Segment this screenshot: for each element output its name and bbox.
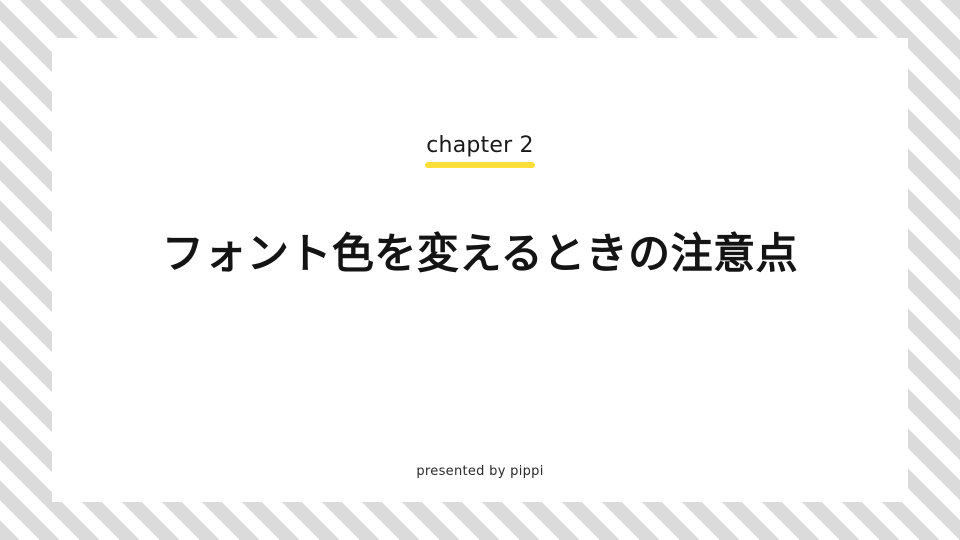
slide-canvas: chapter 2 フォント色を変えるときの注意点 presented by p… [0,0,960,540]
chapter-label: chapter 2 [426,133,534,158]
page-title: フォント色を変えるときの注意点 [161,229,799,278]
chapter-underline-accent [425,162,535,169]
slide-content-card: chapter 2 フォント色を変えるときの注意点 presented by p… [52,38,908,502]
slide-title-block: フォント色を変えるときの注意点 [52,226,908,283]
slide-footer: presented by pippi [52,460,908,480]
card-inner: chapter 2 フォント色を変えるときの注意点 presented by p… [52,38,908,502]
presenter-credit: presented by pippi [416,464,544,480]
chapter-eyebrow: chapter 2 [52,133,908,169]
